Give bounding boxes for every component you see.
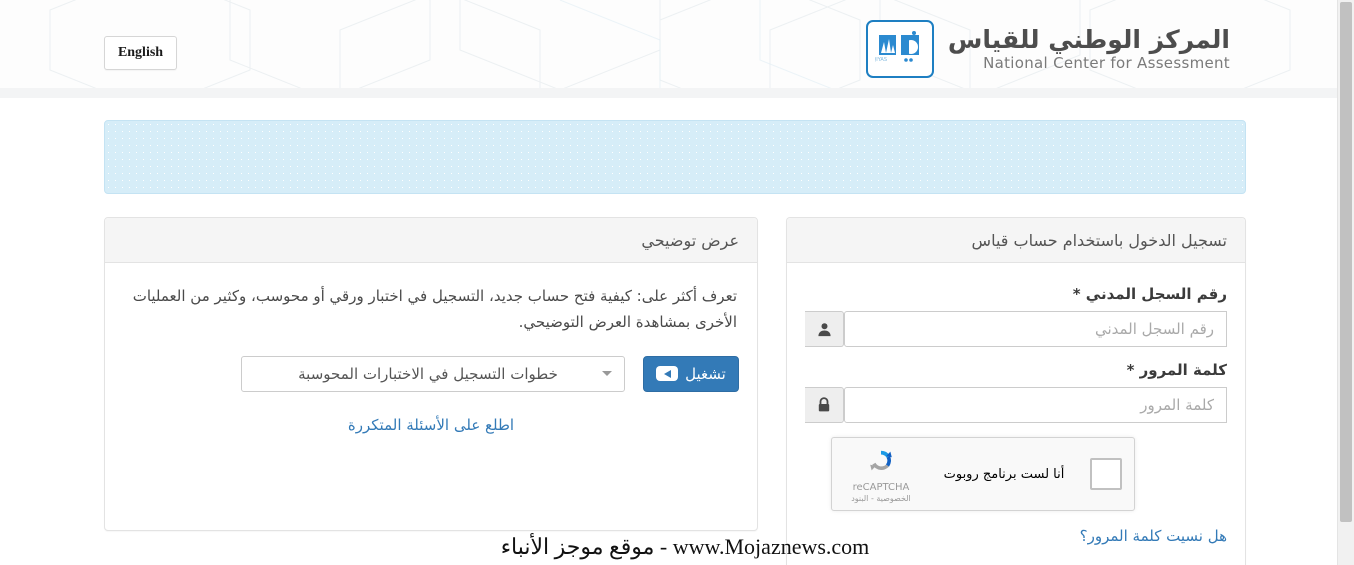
login-panel-title: تسجيل الدخول باستخدام حساب قياس [971, 230, 1227, 250]
civil-id-input-group: رقم السجل المدني [805, 311, 1227, 347]
recaptcha-branding: reCAPTCHA الخصوصية - البنود [844, 446, 918, 503]
chevron-down-icon [602, 371, 612, 376]
recaptcha-legal-links[interactable]: الخصوصية - البنود [844, 494, 918, 503]
demo-panel-header: عرض توضيحي [105, 218, 757, 263]
civil-id-placeholder: رقم السجل المدني [1094, 320, 1214, 338]
faq-link[interactable]: اطلع على الأسئلة المتكررة [123, 416, 739, 434]
page-root: English المركز الوطني للقياس National Ce… [0, 0, 1354, 565]
login-panel-body: رقم السجل المدني * رقم السجل المدني كلمة… [787, 263, 1245, 563]
demo-video-select[interactable]: خطوات التسجيل في الاختبارات المحوسبة [241, 355, 625, 392]
youtube-play-triangle [663, 369, 671, 378]
recaptcha-label: أنا لست برنامج روبوت [943, 466, 1065, 482]
recaptcha-icon [870, 450, 892, 470]
demo-panel-body: تعرف أكثر على: كيفية فتح حساب جديد، التس… [105, 263, 757, 452]
password-label: كلمة المرور * [1126, 361, 1227, 379]
lock-icon-glyph [818, 397, 830, 412]
demo-panel-title: عرض توضيحي [641, 230, 739, 250]
forgot-password-link[interactable]: هل نسيت كلمة المرور؟ [805, 527, 1227, 545]
play-video-button[interactable]: تشغيل [643, 355, 739, 392]
civil-id-label: رقم السجل المدني * [1072, 285, 1227, 303]
svg-text:QIYAS: QIYAS [875, 57, 887, 63]
civil-id-input[interactable]: رقم السجل المدني [844, 311, 1227, 347]
qiyas-logo-glyph: QIYAS [875, 31, 919, 63]
language-toggle-label: English [117, 45, 164, 60]
recaptcha-brand-name: reCAPTCHA [852, 481, 910, 493]
demo-description: تعرف أكثر على: كيفية فتح حساب جديد، التس… [132, 287, 737, 332]
play-button-label: تشغيل [685, 364, 726, 383]
password-placeholder: كلمة المرور [1140, 396, 1214, 414]
lock-icon [805, 387, 844, 423]
scrollbar-thumb[interactable] [1340, 2, 1352, 522]
demo-controls-row: تشغيل خطوات التسجيل في الاختبارات المحوس… [123, 355, 739, 392]
recaptcha-checkbox[interactable] [1090, 458, 1122, 490]
user-icon-glyph [817, 322, 831, 336]
vertical-scrollbar[interactable] [1337, 0, 1354, 565]
site-header: English المركز الوطني للقياس National Ce… [0, 0, 1338, 88]
brand-name-arabic: المركز الوطني للقياس [947, 24, 1230, 54]
youtube-play-icon [656, 366, 679, 381]
login-panel-header: تسجيل الدخول باستخدام حساب قياس [787, 218, 1245, 263]
brand-text: المركز الوطني للقياس National Center for… [947, 24, 1230, 73]
demo-video-select-value: خطوات التسجيل في الاختبارات المحوسبة [298, 364, 558, 383]
info-banner [104, 120, 1246, 194]
demo-panel: عرض توضيحي تعرف أكثر على: كيفية فتح حساب… [104, 217, 758, 531]
recaptcha-widget[interactable]: أنا لست برنامج روبوت reCAPTCHA الخصوصية … [831, 437, 1135, 511]
user-icon [805, 311, 844, 347]
brand-block: المركز الوطني للقياس National Center for… [865, 20, 1230, 78]
qiyas-logo-icon: QIYAS [865, 20, 934, 78]
password-input-group: كلمة المرور [805, 387, 1227, 423]
brand-name-english: National Center for Assessment [983, 54, 1230, 73]
language-toggle-button[interactable]: English [104, 36, 177, 70]
main-content: تسجيل الدخول باستخدام حساب قياس رقم السج… [0, 98, 1338, 565]
login-panel: تسجيل الدخول باستخدام حساب قياس رقم السج… [786, 217, 1246, 565]
password-input[interactable]: كلمة المرور [844, 387, 1227, 423]
